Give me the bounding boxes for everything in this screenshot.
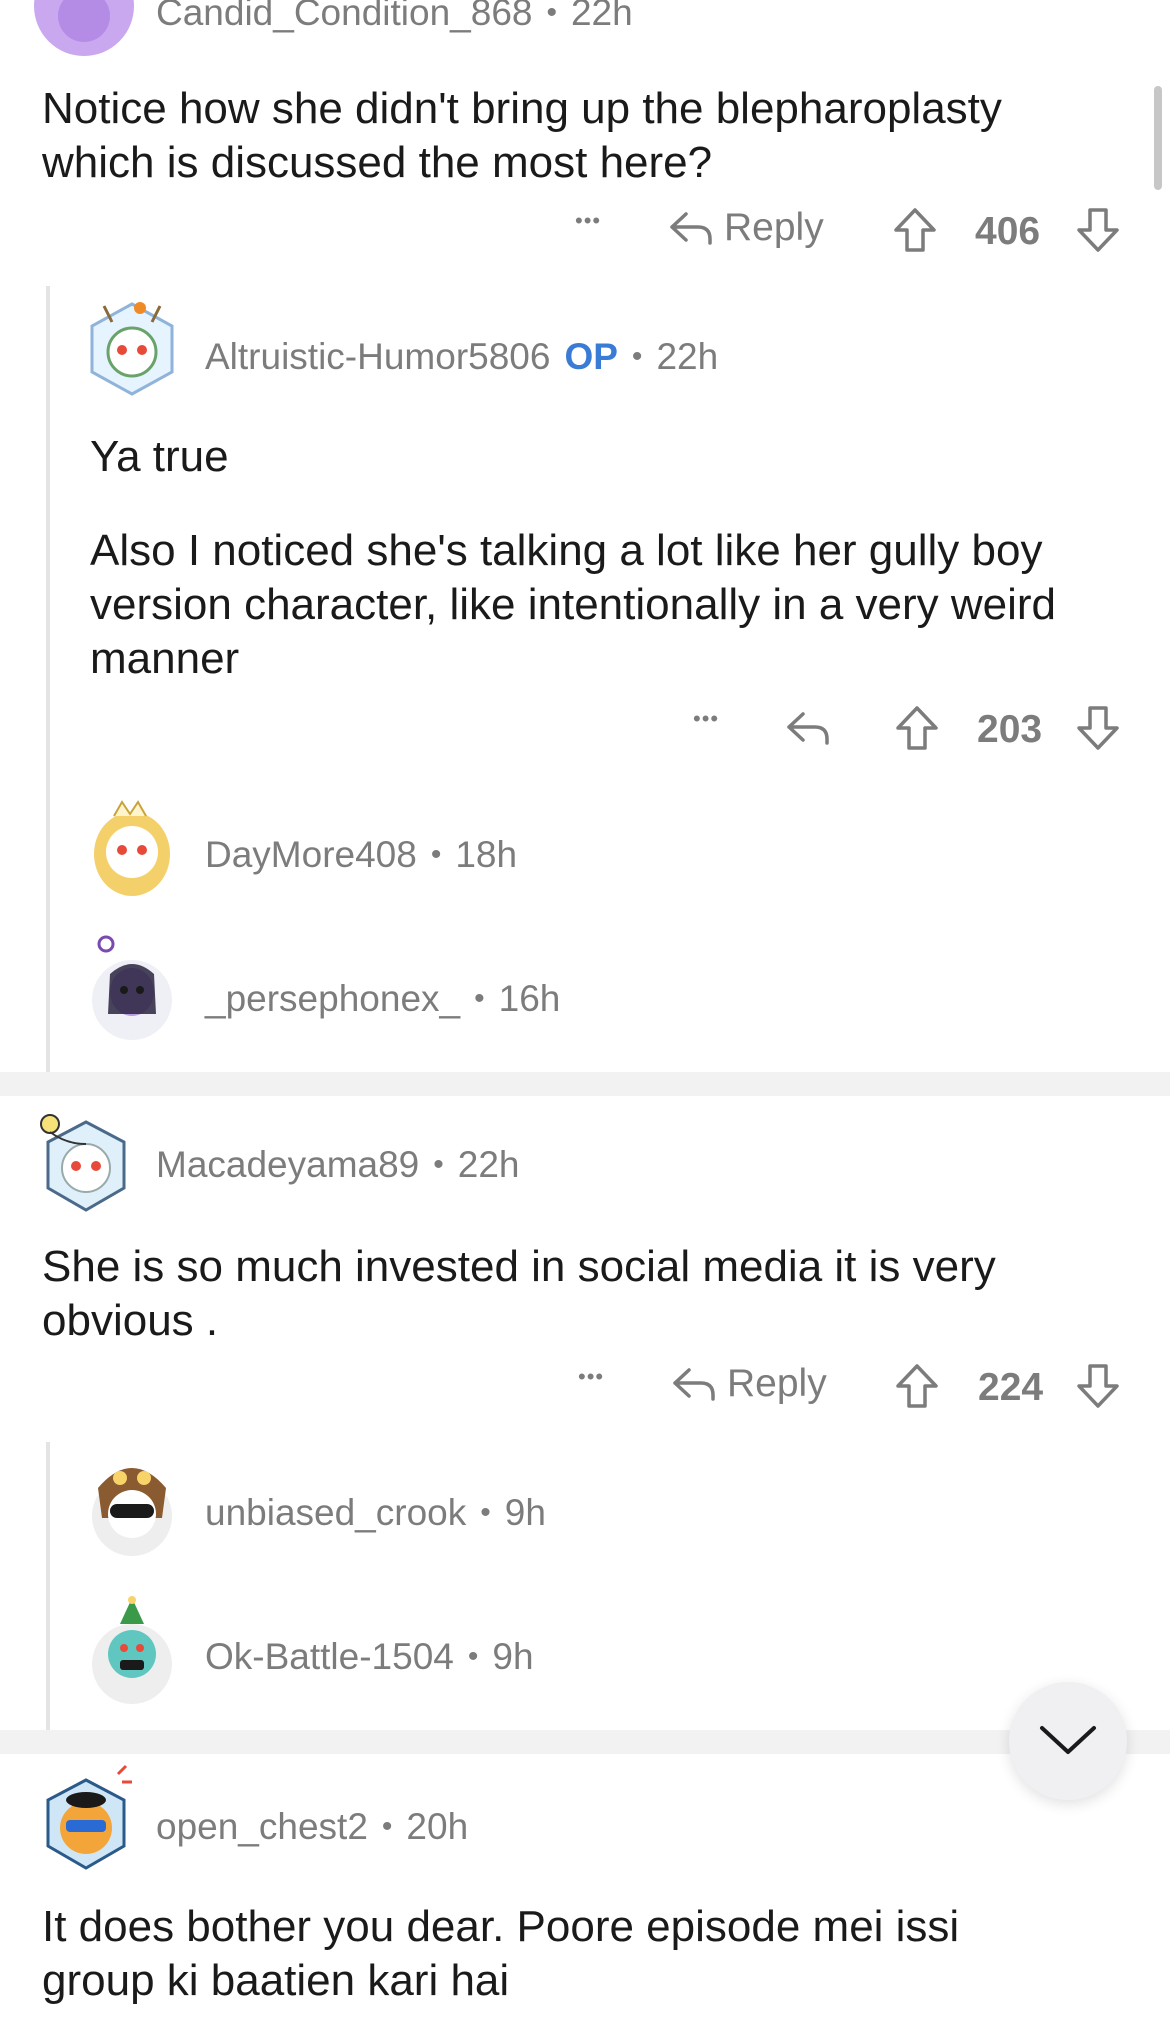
scrollbar[interactable] <box>1154 86 1162 190</box>
reply-arrow-icon <box>670 212 712 245</box>
thread-line[interactable] <box>46 1442 50 1730</box>
comment-actions: ••• Reply 406 <box>0 200 1170 260</box>
comment-meta: Altruistic-Humor5806 OP • 22h <box>205 336 718 378</box>
reply-button[interactable]: Reply <box>671 1362 827 1406</box>
more-options-button[interactable]: ••• <box>575 208 601 234</box>
comment-body: It does bother you dear. Poore episode m… <box>42 1902 960 2005</box>
username[interactable]: Macadeyama89 <box>156 1144 419 1186</box>
comment-actions: ••• Reply 224 <box>0 1356 1170 1416</box>
thread-line[interactable] <box>46 286 50 1072</box>
avatar[interactable] <box>36 1104 132 1216</box>
avatar[interactable] <box>84 934 180 1046</box>
avatar[interactable] <box>36 1762 136 1874</box>
dot-separator: • <box>430 838 442 871</box>
chevron-down-icon <box>1040 1726 1096 1754</box>
username[interactable]: Altruistic-Humor5806 <box>205 336 550 378</box>
comment-meta: _persephonex_ • 16h <box>205 978 560 1020</box>
username[interactable]: unbiased_crook <box>205 1492 466 1534</box>
downvote-arrow-icon[interactable] <box>1075 1362 1121 1410</box>
snoo-avatar-icon <box>92 935 172 1040</box>
snoo-avatar-icon <box>92 1596 172 1704</box>
timestamp: 9h <box>492 1636 534 1677</box>
thread-separator <box>0 1072 1170 1096</box>
comment-body: She is so much invested in social media … <box>42 1242 996 1345</box>
username[interactable]: open_chest2 <box>156 1806 368 1848</box>
more-options-button[interactable]: ••• <box>693 706 719 732</box>
dot-separator: • <box>474 982 485 1015</box>
vote-score: 203 <box>977 708 1043 751</box>
timestamp: 22h <box>457 1144 520 1185</box>
comment-meta: DayMore408 • 18h <box>205 834 517 876</box>
dot-separator: • <box>381 1810 393 1843</box>
downvote-arrow-icon[interactable] <box>1075 704 1121 752</box>
comment-body-line2: Also I noticed she's talking a lot like … <box>90 526 1057 683</box>
timestamp: 22h <box>656 336 719 377</box>
dot-separator: • <box>433 1148 444 1181</box>
comment-body-line1: Ya true <box>90 432 229 481</box>
timestamp: 18h <box>455 834 518 875</box>
next-comment-button[interactable] <box>1009 1682 1127 1800</box>
upvote-arrow-icon[interactable] <box>892 206 938 254</box>
avatar[interactable] <box>84 794 180 900</box>
avatar[interactable] <box>34 0 134 56</box>
upvote-arrow-icon[interactable] <box>894 704 940 752</box>
comment-meta: Macadeyama89 • 22h <box>156 1144 520 1186</box>
timestamp: 16h <box>498 978 561 1019</box>
timestamp: 22h <box>570 0 633 33</box>
avatar[interactable] <box>84 1594 180 1706</box>
username[interactable]: Ok-Battle-1504 <box>205 1636 454 1678</box>
username[interactable]: Candid_Condition_868 <box>156 0 532 34</box>
reply-label: Reply <box>724 206 824 249</box>
vote-score: 406 <box>975 210 1041 253</box>
dot-separator: • <box>480 1496 491 1529</box>
snoo-avatar-icon <box>46 1764 132 1870</box>
op-badge: OP <box>564 336 618 377</box>
snoo-avatar-icon <box>40 1114 126 1212</box>
username[interactable]: DayMore408 <box>205 834 417 876</box>
thread-separator <box>0 1730 1170 1754</box>
comment-meta: unbiased_crook • 9h <box>205 1492 546 1534</box>
snoo-avatar-icon <box>58 0 110 42</box>
avatar[interactable] <box>84 292 180 402</box>
comment-meta: open_chest2 • 20h <box>156 1806 468 1848</box>
snoo-avatar-icon <box>94 800 170 896</box>
more-options-button[interactable]: ••• <box>578 1364 604 1390</box>
snoo-avatar-icon <box>92 1468 172 1556</box>
dot-separator: • <box>546 0 557 29</box>
timestamp: 9h <box>504 1492 546 1533</box>
comment-actions: ••• 203 <box>0 698 1170 758</box>
downvote-arrow-icon[interactable] <box>1075 206 1121 254</box>
reply-button[interactable]: Reply <box>668 206 824 250</box>
reply-label: Reply <box>727 1362 827 1405</box>
dot-separator: • <box>631 340 643 373</box>
comment-body: Notice how she didn't bring up the bleph… <box>42 84 1002 187</box>
timestamp: 20h <box>406 1806 469 1847</box>
reply-arrow-icon[interactable] <box>785 708 831 748</box>
username[interactable]: _persephonex_ <box>205 978 460 1020</box>
avatar[interactable] <box>84 1448 180 1560</box>
comment-meta: Ok-Battle-1504 • 9h <box>205 1636 534 1678</box>
comment-meta: Candid_Condition_868 • 22h <box>156 0 633 34</box>
upvote-arrow-icon[interactable] <box>894 1362 940 1410</box>
snoo-avatar-icon <box>90 302 174 396</box>
reply-arrow-icon <box>673 1368 715 1401</box>
vote-score: 224 <box>978 1366 1044 1409</box>
dot-separator: • <box>467 1640 479 1673</box>
